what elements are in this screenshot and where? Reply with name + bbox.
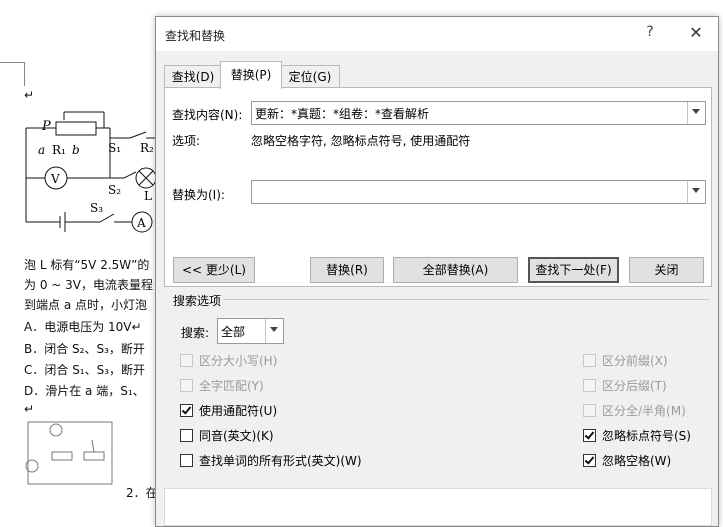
bottom-panel [164, 488, 712, 526]
options-value: 忽略空格字符, 忽略标点符号, 使用通配符 [251, 134, 471, 148]
left-option-label: 查找单词的所有形式(英文)(W) [199, 454, 362, 468]
checkmark-icon [584, 429, 595, 440]
search-options-title: 搜索选项 [173, 294, 222, 308]
label-s3: S₃ [90, 201, 103, 215]
close-button[interactable]: 关闭 [629, 257, 704, 283]
question-fragment: 2．在 [126, 486, 158, 500]
text-line-1: 泡 L 标有“5V 2.5W”的 [24, 258, 150, 272]
find-dropdown-button[interactable] [687, 102, 705, 124]
left-option-1: 全字匹配(Y) [180, 377, 264, 394]
search-direction-dropdown[interactable] [265, 319, 283, 343]
right-option-2: 区分全/半角(M) [583, 402, 686, 419]
right-option-label: 区分后缀(T) [602, 379, 667, 393]
left-option-4[interactable]: 查找单词的所有形式(英文)(W) [180, 452, 362, 469]
right-option-3[interactable]: 忽略标点符号(S) [583, 427, 691, 444]
option-d-line: D．滑片在 a 端，S₁、 [24, 384, 145, 398]
options-label: 选项: [172, 134, 201, 148]
right-option-label: 忽略空格(W) [602, 454, 672, 468]
checkbox-unchecked[interactable] [180, 429, 193, 442]
checkbox-unchecked [583, 354, 596, 367]
find-replace-dialog: 查找和替换 ? ✕ 查找(D) 替换(P) 定位(G) 查找内容(N): 更新：… [155, 16, 719, 527]
option-a-line: A．电源电压为 10V↵ [24, 320, 142, 334]
replace-panel: 查找内容(N): 更新：*真题：*组卷：*查看解析 选项: 忽略空格字符, 忽略… [164, 87, 712, 287]
label-s1: S₁ [108, 141, 121, 155]
text-line-2: 为 0 ~ 3V，电流表量程 [24, 278, 153, 292]
replace-dropdown-button[interactable] [687, 181, 705, 203]
chevron-down-icon [270, 327, 278, 332]
find-combobox[interactable]: 更新：*真题：*组卷：*查看解析 [251, 101, 706, 125]
right-option-4[interactable]: 忽略空格(W) [583, 452, 671, 469]
search-label: 搜索: [181, 326, 210, 340]
section-divider [223, 299, 709, 300]
label-p: P [41, 119, 51, 134]
replace-all-button[interactable]: 全部替换(A) [393, 257, 518, 283]
checkbox-checked[interactable] [583, 429, 596, 442]
label-s2: S₂ [108, 183, 121, 197]
chevron-down-icon [692, 109, 700, 114]
option-b-line: B．闭合 S₂、S₃，断开 [24, 342, 145, 356]
label-a: a [38, 143, 45, 157]
checkmark-icon [181, 404, 192, 415]
replace-label: 替换为(I): [172, 188, 225, 202]
right-option-0: 区分前缀(X) [583, 352, 668, 369]
replace-button[interactable]: 替换(R) [310, 257, 384, 283]
return-mark-2: ↵ [24, 402, 35, 416]
small-circuit-figure [25, 421, 113, 485]
checkbox-unchecked [583, 404, 596, 417]
less-button[interactable]: << 更少(L) [173, 257, 255, 283]
page-corner-mark-vertical [24, 62, 25, 86]
checkbox-unchecked [180, 354, 193, 367]
left-option-0: 区分大小写(H) [180, 352, 277, 369]
help-button[interactable]: ? [638, 24, 662, 40]
right-option-label: 忽略标点符号(S) [602, 429, 691, 443]
close-icon[interactable]: ✕ [684, 23, 708, 42]
tab-find[interactable]: 查找(D) [164, 65, 222, 88]
circuit-diagram: P a R₁ b S₁ R₂ V S₂ L S₃ A [25, 111, 156, 233]
label-ammeter: A [136, 216, 146, 230]
checkbox-checked[interactable] [583, 454, 596, 467]
checkbox-unchecked [583, 379, 596, 392]
page-corner-mark [0, 62, 24, 63]
right-option-label: 区分全/半角(M) [602, 404, 686, 418]
chevron-down-icon [692, 188, 700, 193]
search-direction-select[interactable]: 全部 [217, 318, 284, 344]
label-r2: R₂ [140, 141, 154, 155]
return-mark: ↵ [24, 88, 35, 102]
replace-combobox[interactable] [251, 180, 706, 204]
left-option-3[interactable]: 同音(英文)(K) [180, 427, 274, 444]
text-line-3: 到端点 a 点时，小灯泡 [24, 298, 147, 312]
left-option-label: 区分大小写(H) [199, 354, 278, 368]
tab-replace[interactable]: 替换(P) [220, 61, 282, 89]
right-option-1: 区分后缀(T) [583, 377, 667, 394]
checkbox-unchecked[interactable] [180, 454, 193, 467]
find-label: 查找内容(N): [172, 108, 243, 122]
left-option-label: 同音(英文)(K) [199, 429, 274, 443]
checkmark-icon [584, 454, 595, 465]
right-option-label: 区分前缀(X) [602, 354, 668, 368]
tab-goto[interactable]: 定位(G) [280, 65, 340, 88]
checkbox-unchecked [180, 379, 193, 392]
label-l: L [144, 189, 152, 203]
dialog-titlebar[interactable]: 查找和替换 ? ✕ [156, 17, 718, 51]
left-option-label: 全字匹配(Y) [199, 379, 264, 393]
left-option-label: 使用通配符(U) [199, 404, 278, 418]
find-next-button[interactable]: 查找下一处(F) [528, 257, 619, 283]
option-c-line: C．闭合 S₁、S₃，断开 [24, 363, 146, 377]
label-b: b [72, 143, 80, 157]
left-option-2[interactable]: 使用通配符(U) [180, 402, 277, 419]
label-r1: R₁ [52, 143, 66, 157]
find-input[interactable]: 更新：*真题：*组卷：*查看解析 [255, 105, 429, 122]
checkbox-checked[interactable] [180, 404, 193, 417]
label-v: V [50, 172, 60, 186]
dialog-title: 查找和替换 [165, 29, 226, 43]
search-direction-value: 全部 [221, 325, 246, 339]
